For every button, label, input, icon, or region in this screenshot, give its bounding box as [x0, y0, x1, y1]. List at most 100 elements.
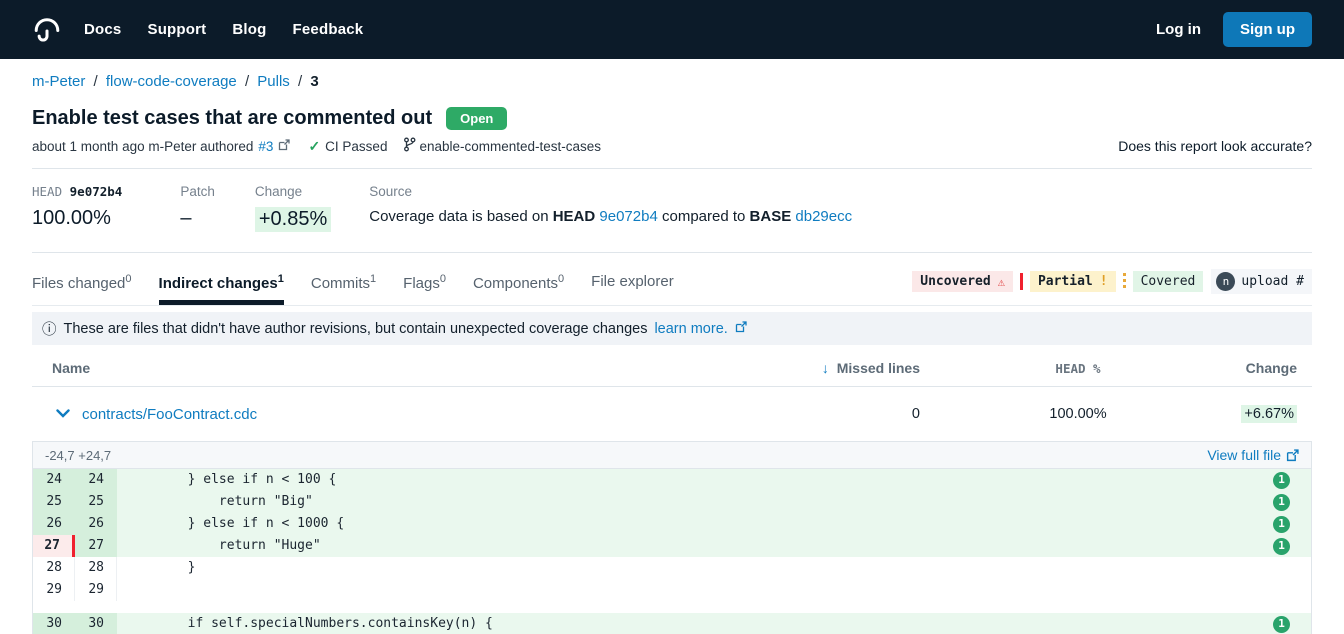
- partial-bang-icon: !: [1100, 274, 1108, 289]
- tab-file-explorer[interactable]: File explorer: [591, 273, 674, 305]
- code-text: [117, 579, 1273, 601]
- status-badge: Open: [446, 107, 507, 130]
- breadcrumb-pr-number: 3: [310, 73, 318, 90]
- breadcrumb-owner[interactable]: m-Peter: [32, 73, 85, 90]
- head-coverage-value: 100.00%: [32, 207, 122, 230]
- source-base-commit-link[interactable]: db29ecc: [795, 208, 852, 225]
- breadcrumb-separator: /: [245, 73, 249, 90]
- pr-number-link[interactable]: #3: [258, 139, 273, 154]
- tab-flags[interactable]: Flags0: [403, 273, 446, 305]
- coverage-legend: Uncovered ⚠ Partial ! Covered n upload #: [912, 269, 1312, 305]
- base-line-number: 30: [33, 613, 75, 634]
- nav-item-docs[interactable]: Docs: [84, 21, 121, 38]
- warning-triangle-icon: ⚠: [998, 275, 1005, 289]
- diff-line: 25 25 return "Big" 1: [33, 491, 1311, 513]
- patch-value: –: [180, 207, 215, 230]
- column-head-percent[interactable]: HEAD %: [1013, 361, 1143, 376]
- tab-files-changed[interactable]: Files changed0: [32, 273, 132, 305]
- page-title: Enable test cases that are commented out: [32, 107, 432, 130]
- code-text: return "Huge": [117, 535, 1273, 557]
- head-commit: 9e072b4: [70, 184, 123, 199]
- upload-count-badge: 1: [1273, 516, 1290, 533]
- code-text: }: [117, 557, 1273, 579]
- source-label: Source: [369, 184, 852, 199]
- legend-partial: Partial !: [1030, 271, 1116, 292]
- nav-links: Docs Support Blog Feedback: [84, 21, 363, 38]
- nav-item-feedback[interactable]: Feedback: [293, 21, 364, 38]
- breadcrumb-pulls[interactable]: Pulls: [257, 73, 290, 90]
- branch-icon: [403, 137, 416, 155]
- indirect-changes-banner: ⓘ These are files that didn't have autho…: [32, 312, 1312, 345]
- authored-text: about 1 month ago m-Peter authored: [32, 139, 253, 154]
- base-line-number: 27: [33, 535, 75, 557]
- source-head-commit-link[interactable]: 9e072b4: [599, 208, 657, 225]
- head-line-number: 27: [75, 535, 117, 557]
- head-line-number: 25: [75, 491, 117, 513]
- partial-bar-sample: [1123, 273, 1126, 290]
- source-description: Coverage data is based on HEAD 9e072b4 c…: [369, 208, 852, 225]
- breadcrumb-repo[interactable]: flow-code-coverage: [106, 73, 237, 90]
- change-value: +6.67%: [1241, 405, 1297, 423]
- external-link-icon[interactable]: [278, 139, 290, 154]
- top-navbar: Docs Support Blog Feedback Log in Sign u…: [0, 0, 1344, 59]
- head-label: HEAD: [32, 184, 62, 199]
- diff-line: 28 28 }: [33, 557, 1311, 579]
- tab-commits[interactable]: Commits1: [311, 273, 376, 305]
- check-icon: ✓: [308, 138, 320, 155]
- source-text: compared to: [662, 208, 745, 225]
- login-link[interactable]: Log in: [1156, 21, 1201, 38]
- uncovered-bar-sample: [1020, 273, 1023, 290]
- file-link[interactable]: contracts/FooContract.cdc: [82, 406, 257, 423]
- column-missed-lines[interactable]: ↓ Missed lines: [790, 360, 920, 376]
- upload-count-badge: 1: [1273, 494, 1290, 511]
- external-link-icon[interactable]: [735, 321, 747, 337]
- learn-more-link[interactable]: learn more.: [654, 321, 727, 337]
- head-line-number: 26: [75, 513, 117, 535]
- code-text: } else if n < 100 {: [117, 469, 1273, 491]
- upload-count-badge: 1: [1273, 538, 1290, 555]
- branch-name: enable-commented-test-cases: [419, 139, 601, 154]
- breadcrumb-separator: /: [298, 73, 302, 90]
- base-line-number: 29: [33, 579, 75, 601]
- banner-text: These are files that didn't have author …: [64, 321, 648, 337]
- source-text: Coverage data is based on: [369, 208, 548, 225]
- ci-status-text: CI Passed: [325, 139, 387, 154]
- tab-components[interactable]: Components0: [473, 273, 564, 305]
- change-value: +0.85%: [255, 207, 331, 232]
- code-text: if self.specialNumbers.containsKey(n) {: [117, 613, 1273, 634]
- hunk-header: -24,7 +24,7: [45, 448, 111, 463]
- diff-line-gap: [33, 601, 1311, 613]
- diff-line: 26 26 } else if n < 1000 { 1: [33, 513, 1311, 535]
- missed-lines-value: 0: [790, 406, 920, 422]
- code-text: } else if n < 1000 {: [117, 513, 1273, 535]
- column-change[interactable]: Change: [1177, 360, 1297, 376]
- base-line-number: 24: [33, 469, 75, 491]
- report-accuracy-prompt[interactable]: Does this report look accurate?: [1118, 138, 1312, 154]
- upload-count-icon: n: [1216, 272, 1235, 291]
- diff-line: 24 24 } else if n < 100 { 1: [33, 469, 1311, 491]
- codecov-umbrella-logo[interactable]: [32, 15, 62, 45]
- legend-upload-count: n upload #: [1211, 269, 1312, 294]
- diff-line: 30 30 if self.specialNumbers.containsKey…: [33, 613, 1311, 634]
- info-icon: ⓘ: [42, 318, 57, 339]
- source-head-label: HEAD: [553, 208, 596, 225]
- diff-viewer: -24,7 +24,7 View full file 24 24 } else …: [32, 441, 1312, 634]
- legend-uncovered: Uncovered ⚠: [912, 271, 1013, 292]
- base-line-number: 25: [33, 491, 75, 513]
- signup-button[interactable]: Sign up: [1223, 12, 1312, 47]
- base-line-number: 28: [33, 557, 75, 579]
- legend-covered: Covered: [1133, 271, 1204, 292]
- upload-count-badge: 1: [1273, 616, 1290, 633]
- head-line-number: 28: [75, 557, 117, 579]
- column-name[interactable]: Name: [52, 360, 790, 376]
- head-percent-value: 100.00%: [1013, 406, 1143, 422]
- nav-item-blog[interactable]: Blog: [232, 21, 266, 38]
- tab-indirect-changes[interactable]: Indirect changes1: [159, 273, 284, 305]
- patch-label: Patch: [180, 184, 215, 199]
- view-full-file-link[interactable]: View full file: [1207, 447, 1299, 463]
- nav-item-support[interactable]: Support: [147, 21, 206, 38]
- chevron-down-icon[interactable]: [56, 406, 70, 422]
- sort-arrow-icon: ↓: [822, 360, 829, 376]
- files-table-header: Name ↓ Missed lines HEAD % Change: [32, 345, 1312, 387]
- base-line-number: 26: [33, 513, 75, 535]
